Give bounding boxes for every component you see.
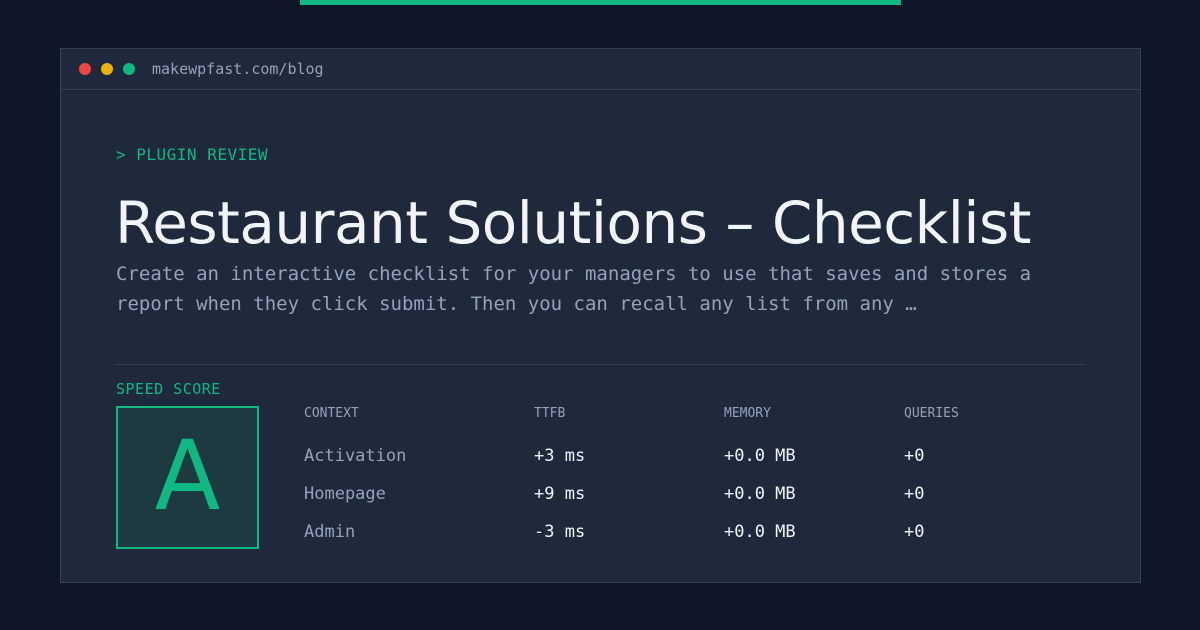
column-header-memory: MEMORY [724,406,771,421]
speed-score-label: SPEED SCORE [116,380,221,398]
close-dot-icon [79,63,91,75]
ttfb-cell: +3 ms [534,446,586,466]
address-url: makewpfast.com/blog [152,60,324,78]
speed-grade: A [154,420,221,532]
memory-cell: +0.0 MB [724,446,796,466]
excerpt-line: Create an interactive checklist for your… [116,263,1032,285]
page-title: Restaurant Solutions – Checklist [115,188,1031,257]
post-excerpt: Create an interactive checklist for your… [116,259,1076,319]
queries-cell: +0 [904,522,925,542]
queries-cell: +0 [904,484,925,504]
top-accent-bar [300,0,901,5]
context-cell: Activation [304,446,407,466]
post-category: > PLUGIN REVIEW [116,145,268,164]
minimize-dot-icon [101,63,113,75]
divider [116,364,1085,365]
queries-cell: +0 [904,446,925,466]
column-header-queries: QUERIES [904,406,959,421]
memory-cell: +0.0 MB [724,522,796,542]
column-header-ttfb: TTFB [534,406,566,421]
speed-grade-badge: A [116,406,259,549]
memory-cell: +0.0 MB [724,484,796,504]
context-cell: Admin [304,522,356,542]
ttfb-cell: -3 ms [534,522,586,542]
ttfb-cell: +9 ms [534,484,586,504]
context-cell: Homepage [304,484,386,504]
excerpt-line: report when they click submit. Then you … [116,293,917,315]
maximize-dot-icon [123,63,135,75]
browser-window: makewpfast.com/blog > PLUGIN REVIEW Rest… [60,48,1141,583]
window-titlebar: makewpfast.com/blog [61,49,1140,90]
column-header-context: CONTEXT [304,406,359,421]
